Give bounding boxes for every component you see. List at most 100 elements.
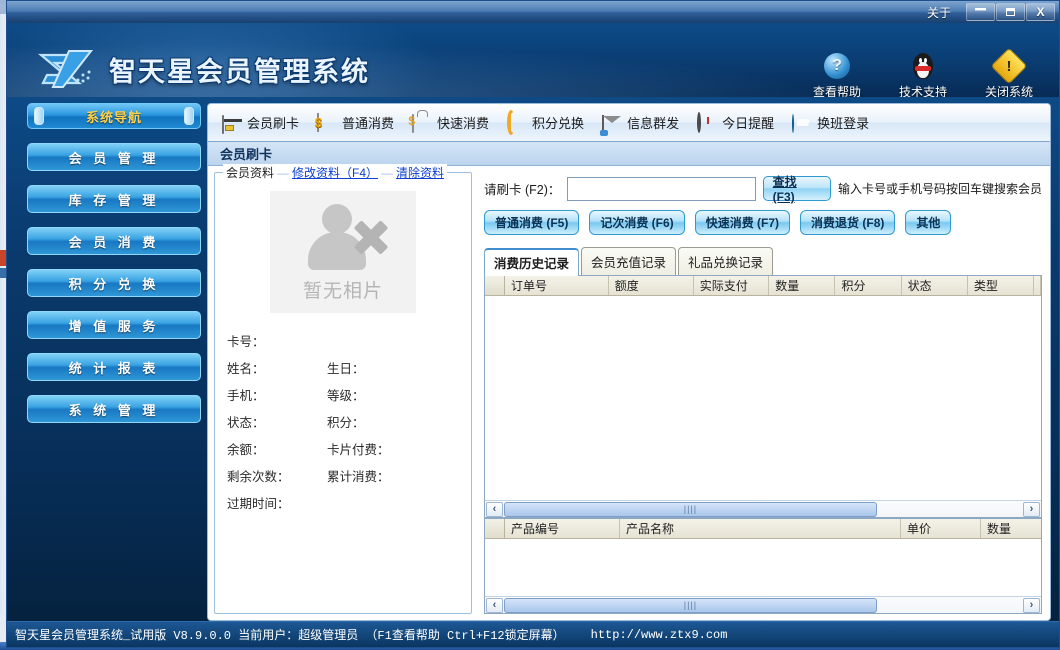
section-title: 会员刷卡 bbox=[220, 147, 273, 162]
grid-body-empty bbox=[485, 539, 1041, 596]
minimize-button[interactable] bbox=[966, 3, 995, 21]
page-title: 智天星会员管理系统 bbox=[109, 56, 370, 88]
quick-consumption-button[interactable]: 快速消费 (F7) bbox=[694, 210, 791, 235]
sidebar-item-member-consumption[interactable]: 会 员 消 费 bbox=[27, 227, 201, 255]
card-search-input[interactable] bbox=[567, 176, 756, 201]
edit-member-link[interactable]: 修改资料（F4） bbox=[292, 164, 378, 181]
scroll-right-icon[interactable]: › bbox=[1023, 501, 1040, 517]
tab-recharge-records[interactable]: 会员充值记录 bbox=[581, 247, 677, 275]
grid-rownum-corner bbox=[485, 519, 505, 538]
column-header-product-no[interactable]: 产品编号 bbox=[505, 519, 620, 538]
toolbar-item-quick-consumption[interactable]: 快速消费 bbox=[412, 113, 490, 133]
toolbar-item-label: 信息群发 bbox=[627, 116, 680, 131]
scroll-left-icon[interactable]: ‹ bbox=[486, 597, 503, 613]
column-header-quantity[interactable]: 数量 bbox=[769, 276, 836, 295]
scroll-track[interactable]: |||| bbox=[504, 597, 1022, 613]
sidebar-item-value-added-services[interactable]: 增 值 服 务 bbox=[27, 311, 201, 339]
close-button[interactable]: X bbox=[1026, 3, 1055, 21]
toolbar-item-shift-login[interactable]: 换班登录 bbox=[792, 113, 869, 133]
member-field-points-label: 积分： bbox=[327, 416, 365, 430]
card-search-row: 请刷卡 (F2)： 查找 (F3) 输入卡号或手机号码按回车键搜索会员 bbox=[478, 172, 1044, 204]
card-search-hint: 输入卡号或手机号码按回车键搜索会员 bbox=[837, 182, 1042, 196]
scroll-track[interactable]: |||| bbox=[504, 501, 1022, 517]
grid-horizontal-scrollbar[interactable]: ‹ |||| › bbox=[485, 596, 1041, 613]
toolbar-item-label: 快速消费 bbox=[437, 116, 490, 131]
column-header-type[interactable]: 类型 bbox=[968, 276, 1034, 295]
column-header-actual-payment[interactable]: 实际支付 bbox=[694, 276, 770, 295]
toolbar-item-bulk-message[interactable]: 信息群发 bbox=[602, 113, 680, 134]
close-system-action[interactable]: ! 关闭系统 bbox=[977, 47, 1041, 97]
swap-login-icon bbox=[792, 113, 812, 133]
tab-label: 会员充值记录 bbox=[591, 256, 667, 270]
sidebar-header-label: 系统导航 bbox=[85, 109, 142, 125]
records-tabs-wrapper: 消费历史记录 会员充值记录 礼品兑换记录 订单号 额度 实际支付 数量 积分 状… bbox=[478, 241, 1044, 614]
toolbar-item-points-exchange[interactable]: 积分兑换 bbox=[507, 109, 585, 135]
sidebar-header-knob-right bbox=[184, 107, 194, 125]
column-header-unit-price[interactable]: 单价 bbox=[901, 519, 981, 538]
column-header-quantity[interactable]: 数量 bbox=[981, 519, 1041, 538]
member-field-expiry-label: 过期时间： bbox=[227, 497, 290, 511]
find-button[interactable]: 查找 (F3) bbox=[762, 175, 831, 204]
member-field-card-fee-label: 卡片付费： bbox=[327, 443, 390, 457]
content-panel: 会员刷卡 普通消费 快速消费 积分兑换 信息群发 bbox=[207, 103, 1051, 621]
action-buttons-row: 普通消费 (F5) 记次消费 (F6) 快速消费 (F7) 消费退货 (F8) … bbox=[478, 207, 1044, 235]
toolbar-item-label: 积分兑换 bbox=[532, 116, 585, 131]
product-detail-grid: 产品编号 产品名称 单价 数量 ‹ |||| › bbox=[484, 518, 1042, 614]
sidebar-item-label: 积 分 兑 换 bbox=[68, 276, 160, 292]
column-header-time[interactable]: 时间 bbox=[1034, 276, 1041, 295]
count-consumption-button[interactable]: 记次消费 (F6) bbox=[589, 210, 685, 235]
view-help-action[interactable]: ? 查看帮助 bbox=[805, 51, 869, 97]
column-header-status[interactable]: 状态 bbox=[902, 276, 968, 295]
about-menu-item[interactable]: 关于 bbox=[927, 4, 951, 21]
warning-diamond-icon: ! bbox=[977, 47, 1041, 85]
column-header-amount[interactable]: 额度 bbox=[609, 276, 694, 295]
grid-horizontal-scrollbar[interactable]: ‹ |||| › bbox=[485, 500, 1041, 517]
toolbar-item-member-swipe[interactable]: 会员刷卡 bbox=[222, 113, 299, 134]
sidebar-item-member-management[interactable]: 会 员 管 理 bbox=[27, 143, 201, 171]
action-button-label: 普通消费 (F5) bbox=[495, 216, 569, 230]
app-banner: 智天星会员管理系统 ? 查看帮助 技术支持 ! 关闭系统 bbox=[7, 23, 1059, 97]
work-area: 会员资料 — 修改资料（F4） — 清除资料 暂无相片 卡号： 姓名： 生日： … bbox=[208, 164, 1050, 620]
consumption-history-grid: 订单号 额度 实际支付 数量 积分 状态 类型 时间 bbox=[484, 275, 1042, 518]
sidebar-item-points-exchange[interactable]: 积 分 兑 换 bbox=[27, 269, 201, 297]
mail-envelope-icon bbox=[602, 114, 622, 134]
sidebar-item-inventory-management[interactable]: 库 存 管 理 bbox=[27, 185, 201, 213]
member-field-remaining-times-label: 剩余次数： bbox=[227, 470, 290, 484]
money-document-icon bbox=[317, 112, 337, 132]
tech-support-label: 技术支持 bbox=[898, 85, 947, 97]
scroll-thumb[interactable]: |||| bbox=[504, 597, 877, 613]
member-field-card-no-value bbox=[327, 331, 447, 350]
no-photo-person-icon bbox=[300, 202, 389, 274]
scroll-grip-icon: |||| bbox=[683, 504, 698, 514]
refund-button[interactable]: 消费退货 (F8) bbox=[800, 210, 896, 235]
tab-gift-exchange-records[interactable]: 礼品兑换记录 bbox=[678, 247, 774, 275]
maximize-icon bbox=[1006, 8, 1015, 16]
status-info-text: 智天星会员管理系统_试用版 V8.9.0.0 当前用户：超级管理员 （F1查看帮… bbox=[15, 629, 565, 643]
maximize-button[interactable] bbox=[996, 3, 1025, 21]
member-field-row: 卡号： bbox=[227, 331, 463, 350]
clear-member-link[interactable]: 清除资料 bbox=[396, 164, 444, 181]
shopping-bag-money-icon bbox=[412, 113, 432, 133]
action-button-label: 消费退货 (F8) bbox=[811, 216, 885, 230]
grid-header-row: 订单号 额度 实际支付 数量 积分 状态 类型 时间 bbox=[485, 276, 1041, 296]
sidebar-item-statistics-reports[interactable]: 统 计 报 表 bbox=[27, 353, 201, 381]
member-field-row: 状态： 积分： bbox=[227, 412, 463, 431]
column-header-order-no[interactable]: 订单号 bbox=[505, 276, 609, 295]
other-button[interactable]: 其他 bbox=[905, 210, 952, 235]
tab-consumption-history[interactable]: 消费历史记录 bbox=[484, 248, 580, 276]
scroll-right-icon[interactable]: › bbox=[1023, 597, 1040, 613]
member-field-row: 过期时间： bbox=[227, 493, 463, 512]
sidebar-item-system-management[interactable]: 系 统 管 理 bbox=[27, 395, 201, 423]
column-header-product-name[interactable]: 产品名称 bbox=[620, 519, 901, 538]
member-field-row: 余额： 卡片付费： bbox=[227, 439, 463, 458]
close-icon: X bbox=[1036, 5, 1045, 19]
toolbar-item-normal-consumption[interactable]: 普通消费 bbox=[317, 112, 394, 132]
column-header-points[interactable]: 积分 bbox=[835, 276, 902, 295]
tech-support-action[interactable]: 技术支持 bbox=[891, 51, 955, 97]
scroll-thumb[interactable]: |||| bbox=[504, 501, 877, 517]
toolbar-item-today-reminder[interactable]: 今日提醒 bbox=[697, 111, 774, 133]
normal-consumption-button[interactable]: 普通消费 (F5) bbox=[484, 210, 580, 235]
close-system-label: 关闭系统 bbox=[984, 85, 1033, 97]
sidebar-item-label: 会 员 消 费 bbox=[68, 234, 160, 250]
scroll-left-icon[interactable]: ‹ bbox=[486, 501, 503, 517]
